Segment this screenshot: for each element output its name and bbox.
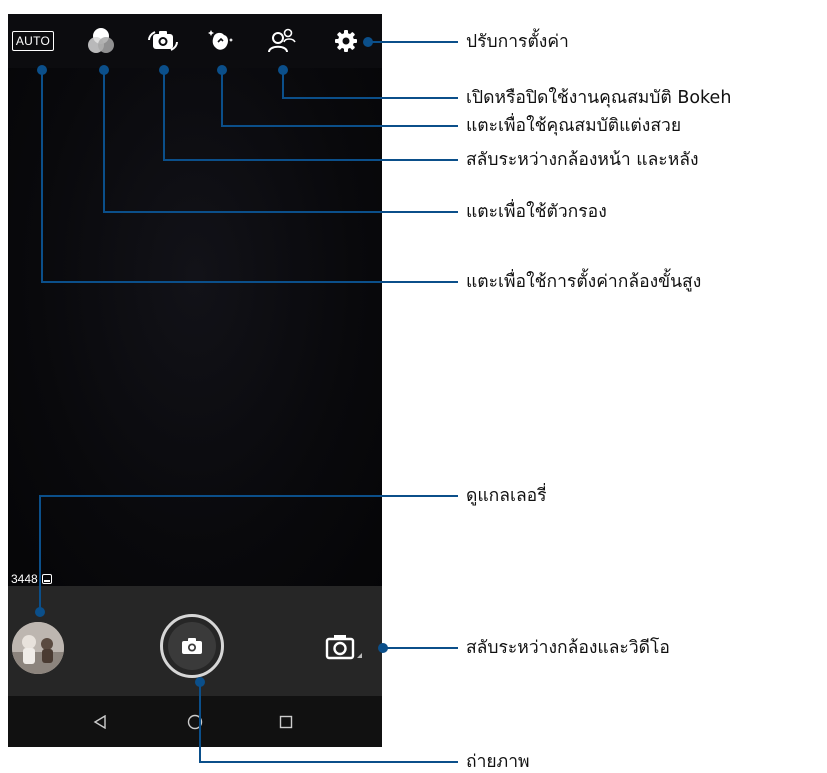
callout-switch-camera: สลับระหว่างกล้องหน้า และหลัง <box>466 150 699 170</box>
callout-leader-lines <box>35 37 458 763</box>
leader-gallery <box>39 495 458 612</box>
leader-filter <box>103 70 458 213</box>
leader-capture <box>199 682 458 763</box>
callout-capture: ถ่ายภาพ <box>466 752 530 772</box>
callout-beautify: แตะเพื่อใช้คุณสมบัติแต่งสวย <box>466 116 682 136</box>
leader-bokeh <box>282 70 458 99</box>
callout-bokeh: เปิดหรือปิดใช้งานคุณสมบัติ Bokeh <box>466 88 732 108</box>
leader-switch-camera <box>163 70 458 161</box>
callout-gallery: ดูแกลเลอรี่ <box>466 486 547 506</box>
callout-switch-video: สลับระหว่างกล้องและวิดีโอ <box>466 638 670 658</box>
callout-settings: ปรับการตั้งค่า <box>466 32 569 52</box>
callout-filter: แตะเพื่อใช้ตัวกรอง <box>466 202 607 222</box>
callout-advanced: แตะเพื่อใช้การตั้งค่ากล้องขั้นสูง <box>466 272 702 292</box>
